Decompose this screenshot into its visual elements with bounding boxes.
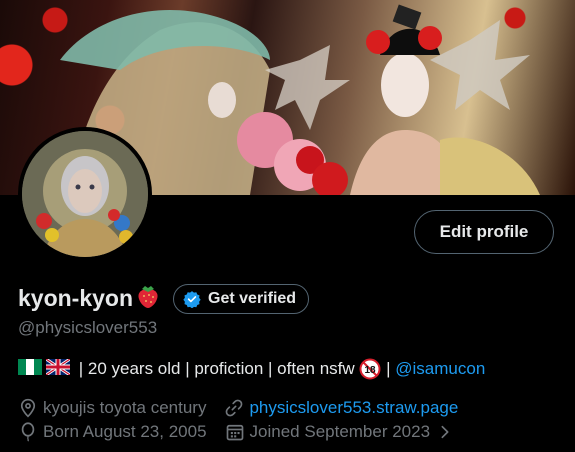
name-row: kyon-kyon Get verified (18, 283, 310, 314)
get-verified-label: Get verified (208, 289, 297, 307)
avatar[interactable] (18, 127, 152, 261)
verified-badge-icon (182, 289, 202, 309)
uk-flag-icon (45, 357, 71, 380)
meta-row-2: Born August 23, 2005 Joined September 20… (18, 422, 455, 442)
location-pin-icon (18, 398, 38, 418)
joined-item[interactable]: Joined September 2023 (225, 422, 456, 442)
display-name: kyon-kyon (18, 285, 134, 311)
avatar-image (22, 131, 148, 257)
nigeria-flag-icon (18, 358, 42, 380)
location-item: kyoujis toyota century (18, 398, 206, 418)
location-text: kyoujis toyota century (43, 398, 207, 417)
username-handle: @physicslover553 (18, 318, 158, 337)
bio: | 20 years old | profiction | often nsfw… (18, 357, 485, 380)
balloon-icon (18, 422, 38, 442)
link-icon (224, 398, 244, 418)
website-link[interactable]: physicslover553.straw.page (249, 398, 458, 418)
birthday-item: Born August 23, 2005 (18, 422, 207, 442)
birthday-text: Born August 23, 2005 (43, 422, 207, 441)
get-verified-button[interactable]: Get verified (173, 283, 310, 314)
age-badge-text: 18 (365, 365, 377, 376)
chevron-right-icon (435, 422, 455, 442)
joined-text: Joined September 2023 (249, 422, 431, 441)
strawberry-icon (135, 283, 161, 314)
edit-profile-button[interactable]: Edit profile (414, 210, 554, 254)
mention-link[interactable]: @isamucon (395, 359, 485, 379)
meta-row-1: kyoujis toyota century physicslover553.s… (18, 398, 458, 418)
website-item[interactable]: physicslover553.straw.page (224, 398, 458, 418)
age-restriction-icon: 18 (359, 358, 381, 380)
bio-text: | 20 years old | profiction | often nsfw (74, 359, 360, 378)
calendar-icon (225, 422, 245, 442)
bio-separator: | (381, 359, 396, 378)
